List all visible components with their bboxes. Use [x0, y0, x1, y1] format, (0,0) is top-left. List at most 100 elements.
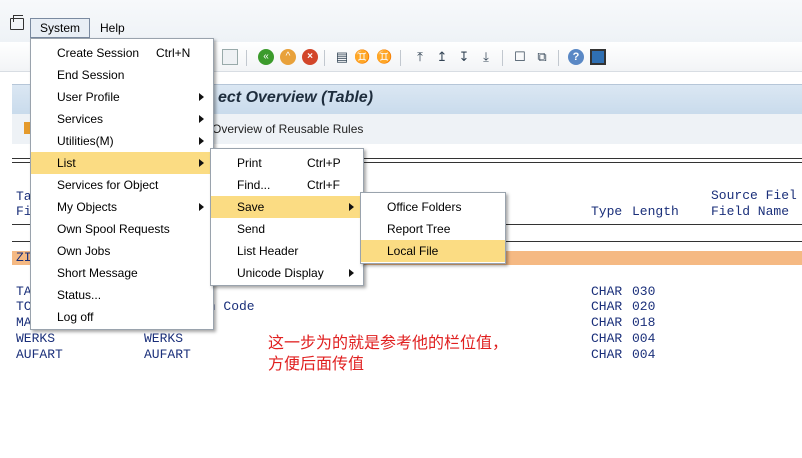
table-row-cell[interactable]: WERKS	[16, 331, 55, 347]
menu-item-user-profile[interactable]: User Profile	[31, 86, 213, 108]
menu-item-services[interactable]: Services	[31, 108, 213, 130]
menu-item-label: Services for Object	[57, 178, 159, 192]
menu-item-label: List Header	[237, 244, 299, 258]
menu-item-my-objects[interactable]: My Objects	[31, 196, 213, 218]
toolbar-separator	[558, 50, 559, 66]
column-header-source: Source Fiel	[711, 188, 797, 203]
page-title: ect Overview (Table)	[218, 89, 374, 106]
system-menu: Create Session Ctrl+N End Session User P…	[30, 38, 214, 330]
table-row-type: CHAR	[591, 347, 623, 362]
menu-item-label: Print	[237, 156, 262, 170]
menu-item-label: Own Spool Requests	[57, 222, 170, 236]
shortcut-icon[interactable]: ⧉	[534, 49, 550, 65]
table-row-length: 030	[632, 284, 656, 299]
menu-item-label: Own Jobs	[57, 244, 111, 258]
menu-item-label: End Session	[57, 68, 125, 82]
menu-item-print[interactable]: Print Ctrl+P	[211, 152, 363, 174]
annotation-line-1: 这一步为的就是参考他的栏位值，	[268, 333, 509, 352]
help-icon[interactable]: ?	[568, 49, 584, 65]
menu-item-label: Log off	[57, 310, 94, 324]
menu-item-log-off[interactable]: Log off	[31, 306, 213, 328]
submenu-arrow-icon	[199, 93, 204, 101]
submenu-arrow-icon	[199, 115, 204, 123]
menu-item-office-folders[interactable]: Office Folders	[361, 196, 505, 218]
table-row-cell: AUFART	[144, 347, 191, 362]
menu-item-unicode-display[interactable]: Unicode Display	[211, 262, 363, 284]
table-row-cell: WERKS	[144, 331, 184, 346]
menu-item-own-spool-requests[interactable]: Own Spool Requests	[31, 218, 213, 240]
menu-item-local-file[interactable]: Local File	[361, 240, 505, 262]
menu-item-own-jobs[interactable]: Own Jobs	[31, 240, 213, 262]
menu-item-save[interactable]: Save	[211, 196, 363, 218]
table-row-cell[interactable]: AUFART	[16, 347, 63, 363]
exit-icon[interactable]: ^	[280, 49, 296, 65]
menu-item-accelerator: Ctrl+F	[307, 178, 340, 192]
save-submenu: Office Folders Report Tree Local File	[360, 192, 506, 264]
first-page-icon[interactable]: ⤒	[412, 49, 428, 65]
menu-item-end-session[interactable]: End Session	[31, 64, 213, 86]
menu-item-create-session[interactable]: Create Session Ctrl+N	[31, 42, 213, 64]
menu-item-label: My Objects	[57, 200, 118, 214]
table-row-type: CHAR	[591, 284, 623, 299]
overview-link[interactable]: Overview of Reusable Rules	[212, 122, 363, 136]
menu-item-label: Find...	[237, 178, 271, 192]
submenu-arrow-icon	[349, 203, 354, 211]
next-page-icon[interactable]: ↧	[456, 49, 472, 65]
menu-system[interactable]: System	[30, 18, 90, 38]
toolbar-separator	[502, 50, 503, 66]
annotation-note: 这一步为的就是参考他的栏位值， 方便后面传值	[268, 332, 508, 374]
annotation-line-2: 方便后面传值	[268, 354, 365, 373]
menu-item-label: Office Folders	[387, 200, 462, 214]
submenu-arrow-icon	[199, 159, 204, 167]
table-row-length: 004	[632, 331, 656, 346]
menu-item-list-header[interactable]: List Header	[211, 240, 363, 262]
menu-item-services-for-object[interactable]: Services for Object	[31, 174, 213, 196]
menu-item-short-message[interactable]: Short Message	[31, 262, 213, 284]
table-row-length: 004	[632, 347, 656, 362]
toolbar-separator	[246, 50, 247, 66]
menu-item-label: Unicode Display	[237, 266, 324, 280]
menu-item-find[interactable]: Find... Ctrl+F	[211, 174, 363, 196]
submenu-arrow-icon	[199, 137, 204, 145]
window-menu-icon[interactable]	[10, 15, 24, 30]
menu-item-label: Send	[237, 222, 266, 236]
menu-item-accelerator: Ctrl+P	[307, 156, 341, 170]
toolbar-separator	[324, 50, 325, 66]
menu-help[interactable]: Help	[100, 18, 125, 38]
menu-item-label: Short Message	[57, 266, 138, 280]
menu-item-status[interactable]: Status...	[31, 284, 213, 306]
menu-item-send[interactable]: Send	[211, 218, 363, 240]
table-row-length: 018	[632, 315, 656, 330]
menu-bar: System Help	[0, 0, 802, 42]
back-icon[interactable]: «	[258, 49, 274, 65]
cancel-icon[interactable]: ×	[302, 49, 318, 65]
layout-menu-icon[interactable]	[590, 49, 606, 65]
print-icon[interactable]: ▤	[334, 49, 350, 65]
column-header-source-field: Field Name	[711, 204, 790, 219]
table-row-type: CHAR	[591, 315, 623, 330]
create-session-icon[interactable]: ☐	[512, 49, 528, 65]
menu-item-list[interactable]: List	[31, 152, 213, 174]
save-icon[interactable]	[222, 49, 238, 65]
table-row-type: CHAR	[591, 331, 623, 346]
list-submenu: Print Ctrl+P Find... Ctrl+F Save Send Li…	[210, 148, 364, 286]
find-next-icon[interactable]: ♊	[376, 49, 392, 65]
menu-item-utilities[interactable]: Utilities(M)	[31, 130, 213, 152]
last-page-icon[interactable]: ⤓	[478, 49, 494, 65]
submenu-arrow-icon	[199, 203, 204, 211]
menu-item-label: User Profile	[57, 90, 120, 104]
menu-item-label: Save	[237, 200, 265, 214]
menu-item-label: List	[57, 156, 76, 170]
table-row-length: 020	[632, 299, 656, 314]
find-icon[interactable]: ♊	[354, 49, 370, 65]
menu-item-label: Services	[57, 112, 104, 126]
column-header-length: Length	[632, 204, 679, 219]
menu-item-label: Create Session	[57, 46, 140, 60]
submenu-arrow-icon	[349, 269, 354, 277]
menu-item-report-tree[interactable]: Report Tree	[361, 218, 505, 240]
menu-item-label: Local File	[387, 244, 439, 258]
menu-item-label: Report Tree	[387, 222, 451, 236]
column-header-type: Type	[591, 204, 623, 219]
table-row-type: CHAR	[591, 299, 623, 314]
previous-page-icon[interactable]: ↥	[434, 49, 450, 65]
